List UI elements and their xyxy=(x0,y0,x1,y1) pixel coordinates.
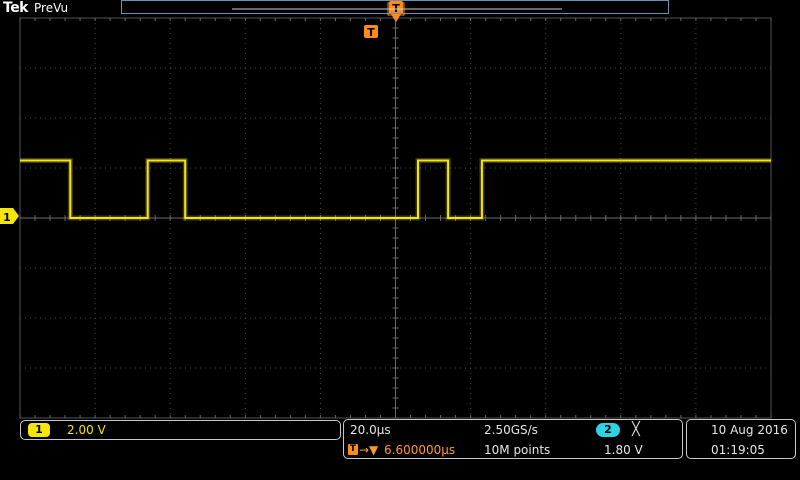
trigger-slope-icon: ╳ xyxy=(632,422,640,437)
trigger-offset: 6.600000µs xyxy=(384,443,456,457)
acquisition-mode-label: PreVu xyxy=(34,1,69,15)
record-overview-graphic xyxy=(232,2,562,16)
waveform-display: T T 1 xyxy=(0,1,772,419)
channel1-badge: 1 xyxy=(28,423,50,437)
brand-logo: Tek xyxy=(3,0,29,16)
channel1-marker-label: 1 xyxy=(3,211,11,224)
trigger-offset-icon: T xyxy=(348,444,358,455)
trigger-marker[interactable]: T xyxy=(364,25,378,39)
record-overview-bar[interactable] xyxy=(121,0,669,16)
trigger-source-badge: 2 xyxy=(596,423,620,437)
date-display: 10 Aug 2016 xyxy=(711,423,788,437)
record-length: 10M points xyxy=(484,443,551,457)
top-bar: Tek PreVu xyxy=(0,0,800,18)
time-per-div: 20.0µs xyxy=(350,423,391,437)
channel1-readout[interactable]: 1 2.00 V xyxy=(20,420,341,440)
sample-rate: 2.50GS/s xyxy=(484,423,538,437)
trigger-offset-arrow: →▼ xyxy=(359,443,379,457)
acquisition-readout[interactable]: 20.0µs 2.50GS/s 2 ╳ T →▼ 6.600000µs 10M … xyxy=(343,419,683,459)
time-display: 01:19:05 xyxy=(711,443,765,457)
channel1-ground-marker[interactable]: 1 xyxy=(0,208,19,224)
trigger-level: 1.80 V xyxy=(604,443,643,457)
channel1-scale: 2.00 V xyxy=(67,423,106,437)
trigger-marker-label: T xyxy=(367,26,375,39)
datetime-readout: 10 Aug 2016 01:19:05 xyxy=(686,419,796,459)
